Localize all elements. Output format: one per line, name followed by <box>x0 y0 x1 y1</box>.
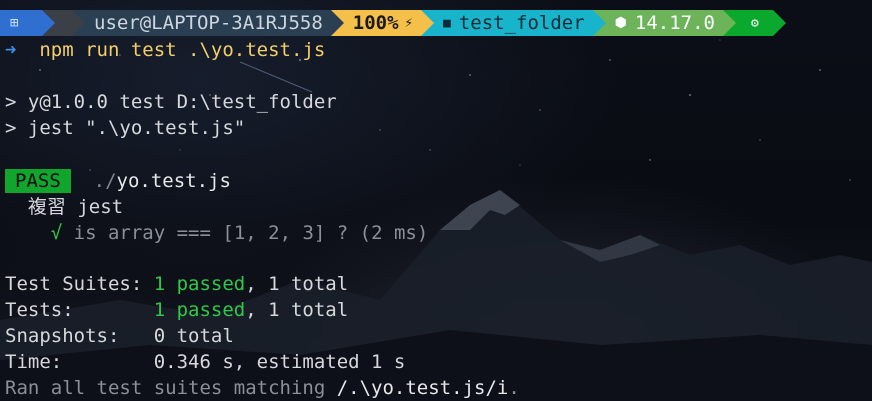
check-mark-icon: √ <box>50 222 63 244</box>
script-header-2: > jest ".\yo.test.js" <box>5 117 246 139</box>
ran-prefix: Ran all test suites matching <box>5 377 337 399</box>
script-header-1: > y@1.0.0 test D:\test_folder <box>5 91 337 113</box>
node-version-segment: ⬢ 14.17.0 <box>592 10 737 36</box>
summary-ran: Ran all test suites matching /.\yo.test.… <box>5 375 520 401</box>
command-line: ➜ npm run test .\yo.test.js <box>5 37 325 63</box>
pass-badge: PASS <box>5 169 71 193</box>
status-gear-icon: ⚙ <box>751 15 759 31</box>
battery-segment: 100% ⚡ <box>330 10 435 36</box>
test-case-line: √ is array === [1, 2, 3] ? (2 ms) <box>5 220 429 246</box>
suites-total: , 1 total <box>245 273 349 295</box>
battery-charging-icon: ⚡ <box>404 15 413 31</box>
path-segment: ■ test_folder <box>420 10 606 36</box>
battery-label: 100% <box>352 12 399 34</box>
user-host-segment: user@LAPTOP-3A1RJ558 <box>72 10 344 36</box>
time-label: Time: <box>5 351 154 373</box>
tests-total: , 1 total <box>245 299 349 321</box>
powerline-prompt: ⊞ user@LAPTOP-3A1RJ558 100% ⚡ ■ test_fol… <box>0 10 786 36</box>
ran-pattern: /.\yo.test.js/i <box>336 377 509 399</box>
suites-passed: 1 passed <box>153 273 246 295</box>
describe-line: 複習 jest <box>5 194 123 220</box>
prompt-arrow-icon: ➜ <box>5 39 17 61</box>
describe-block-label: 複習 jest <box>27 196 124 218</box>
time-value: 0.346 s, estimated 1 s <box>153 351 406 373</box>
summary-time: Time: 0.346 s, estimated 1 s <box>5 349 405 375</box>
summary-suites: Test Suites: 1 passed, 1 total <box>5 271 348 297</box>
test-result-line: PASS ./yo.test.js <box>5 168 231 194</box>
suites-label: Test Suites: <box>5 273 154 295</box>
summary-tests: Tests: 1 passed, 1 total <box>5 297 348 323</box>
test-file-dir: ./ <box>93 170 117 192</box>
command-text: npm run test .\yo.test.js <box>39 39 326 61</box>
os-segment: ⊞ <box>0 10 55 36</box>
ran-suffix: . <box>508 377 520 399</box>
folder-icon: ■ <box>442 15 451 31</box>
tests-passed: 1 passed <box>153 299 246 321</box>
snapshots-label: Snapshots: <box>5 325 154 347</box>
terminal-window[interactable]: ⊞ user@LAPTOP-3A1RJ558 100% ⚡ ■ test_fol… <box>0 0 872 401</box>
windows-icon: ⊞ <box>10 15 19 31</box>
tests-label: Tests: <box>5 299 154 321</box>
user-host-label: user@LAPTOP-3A1RJ558 <box>94 12 323 34</box>
nodejs-icon: ⬢ <box>614 15 627 31</box>
test-file-name: yo.test.js <box>116 170 231 192</box>
path-label: test_folder <box>458 12 585 34</box>
snapshots-value: 0 total <box>153 325 234 347</box>
node-version-label: 14.17.0 <box>634 12 715 34</box>
test-case-label: is array === [1, 2, 3] ? (2 ms) <box>73 222 429 244</box>
summary-snapshots: Snapshots: 0 total <box>5 323 234 349</box>
